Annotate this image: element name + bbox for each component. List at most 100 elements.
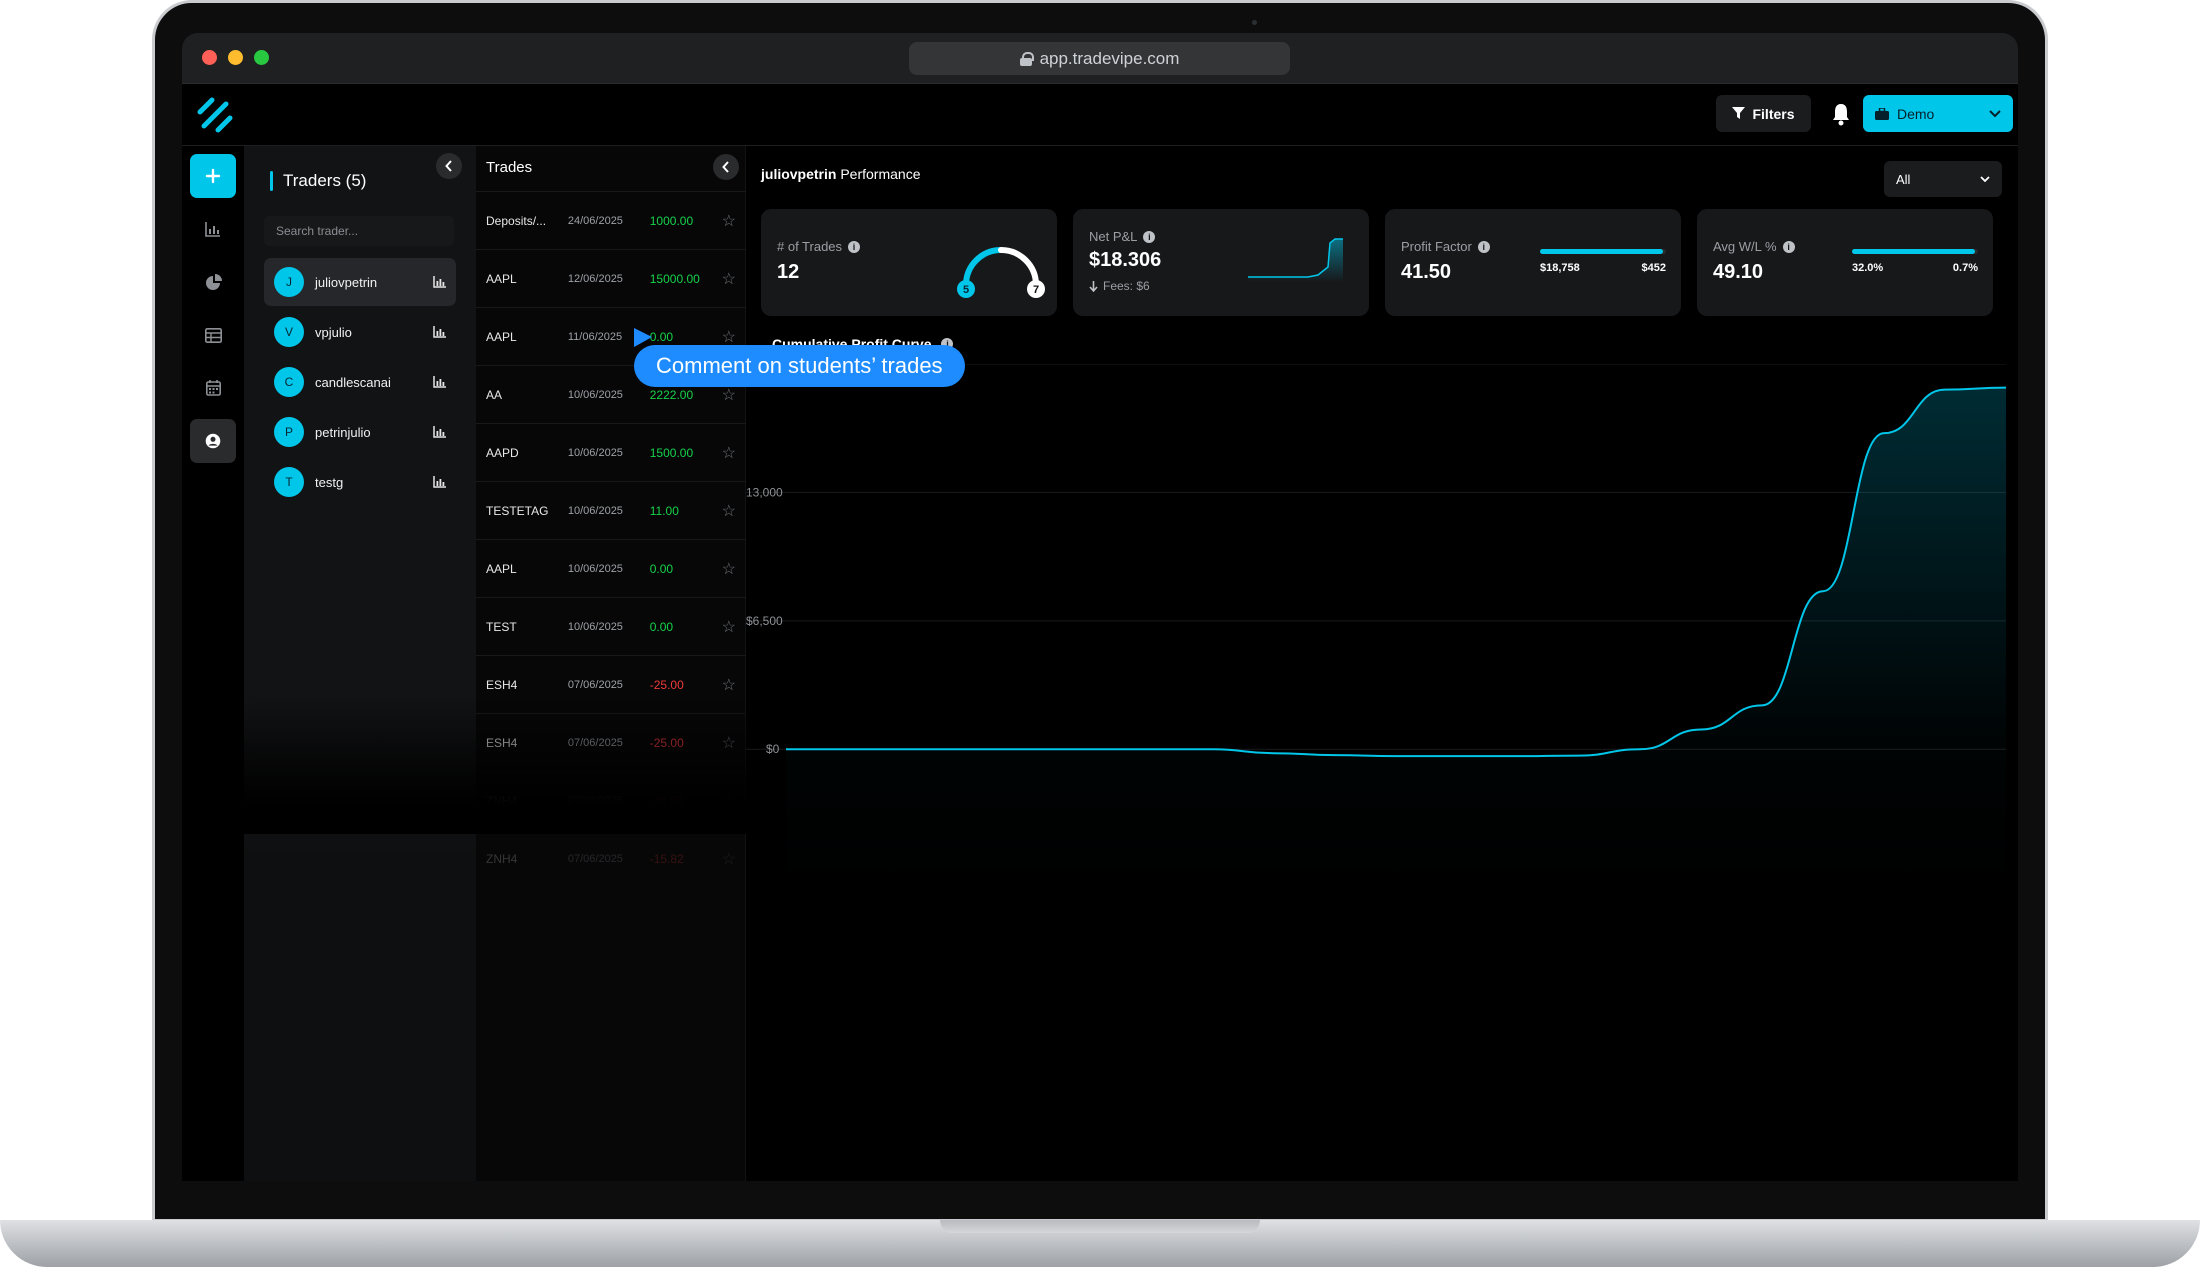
trader-name: candlescanai	[315, 374, 391, 390]
avatar: V	[274, 317, 304, 347]
stat-label: # of Trades i	[777, 239, 861, 254]
trade-row[interactable]: ZNH4 07/06/2025 -15.82 ☆	[476, 829, 746, 887]
star-icon[interactable]: ☆	[722, 559, 736, 579]
avg-wl-bar-fill	[1852, 249, 1976, 254]
trade-row[interactable]: TESTETAG 10/06/2025 11.00 ☆	[476, 481, 746, 539]
info-icon[interactable]: i	[1143, 230, 1156, 243]
collapse-trades-button[interactable]	[713, 154, 739, 180]
camera	[1252, 20, 1257, 25]
trade-row[interactable]: Deposits/... 24/06/2025 1000.00 ☆	[476, 191, 746, 249]
tooltip-text: Comment on students’ trades	[634, 345, 965, 387]
trader-item[interactable]: T testg	[264, 458, 456, 506]
trader-name: vpjulio	[315, 324, 352, 340]
trade-row[interactable]: AAPL 12/06/2025 15000.00 ☆	[476, 249, 746, 307]
trade-symbol: AA	[486, 387, 503, 402]
stats-icon[interactable]	[433, 376, 446, 388]
trade-date: 10/06/2025	[567, 620, 623, 633]
collapse-traders-button[interactable]	[436, 153, 462, 179]
star-icon[interactable]: ☆	[722, 385, 736, 405]
trade-date: 10/06/2025	[567, 446, 623, 459]
gauge-win-count: 5	[963, 284, 969, 296]
url-text: app.tradevipe.com	[1039, 48, 1180, 68]
tradevipe-logo-icon[interactable]	[196, 96, 234, 134]
traders-title: Traders (5)	[283, 171, 367, 190]
profit-factor-value: 41.50	[1401, 261, 1452, 283]
stats-icon[interactable]	[433, 276, 446, 288]
performance-area: juliovpetrin Performance All # of Trades…	[746, 146, 2018, 1181]
avg-wl-bar	[1852, 249, 1978, 254]
profit-area	[786, 387, 2006, 894]
bar-chart-icon	[205, 222, 220, 237]
search-trader-input[interactable]	[264, 216, 454, 246]
avatar: C	[274, 367, 304, 397]
trade-amount: 0.00	[649, 329, 674, 344]
win-loss-gauge: 5 7	[957, 247, 1045, 298]
info-icon[interactable]: i	[1782, 240, 1795, 253]
trade-row[interactable]: TEST 10/06/2025 0.00 ☆	[476, 597, 746, 655]
maximize-window-button[interactable]	[254, 50, 269, 65]
chevron-left-icon	[445, 160, 452, 172]
trade-row[interactable]: AAPD 10/06/2025 1500.00 ☆	[476, 423, 746, 481]
trade-symbol: Deposits/...	[486, 213, 547, 228]
trader-item[interactable]: C candlescanai	[264, 358, 456, 406]
nav-students[interactable]	[190, 419, 236, 463]
trade-row[interactable]: AAPL 10/06/2025 0.00 ☆	[476, 539, 746, 597]
address-bar[interactable]: app.tradevipe.com	[909, 42, 1290, 75]
browser-chrome: app.tradevipe.com	[182, 33, 2018, 84]
star-icon[interactable]: ☆	[722, 501, 736, 521]
performance-trader-name: juliovpetrin	[761, 166, 837, 182]
filters-button[interactable]: Filters	[1716, 95, 1811, 132]
range-select[interactable]: All	[1884, 161, 2002, 197]
add-button[interactable]	[190, 154, 236, 198]
minimize-window-button[interactable]	[228, 50, 243, 65]
trade-amount: 1500.00	[649, 445, 694, 460]
nav-table[interactable]	[190, 313, 236, 357]
star-icon[interactable]: ☆	[722, 675, 736, 695]
profit-curve-chart: 19,50013,000$6,500$0	[746, 364, 2007, 894]
stats-icon[interactable]	[433, 326, 446, 338]
stats-icon[interactable]	[433, 476, 446, 488]
trade-symbol: ESH4	[486, 677, 518, 692]
y-tick-label: $6,500	[746, 614, 783, 628]
close-window-button[interactable]	[202, 50, 217, 65]
stats-icon[interactable]	[433, 426, 446, 438]
briefcase-icon	[1875, 107, 1889, 120]
profit-factor-bar	[1540, 249, 1666, 254]
trade-symbol: TEST	[486, 619, 517, 634]
trade-amount: 0.00	[649, 561, 674, 576]
star-icon[interactable]: ☆	[722, 849, 736, 869]
nav-reports[interactable]	[190, 207, 236, 251]
trader-item[interactable]: V vpjulio	[264, 308, 456, 356]
info-icon[interactable]: i	[1477, 240, 1490, 253]
avatar: J	[274, 267, 304, 297]
star-icon[interactable]: ☆	[722, 269, 736, 289]
trader-item[interactable]: P petrinjulio	[264, 408, 456, 456]
trader-item[interactable]: J juliovpetrin	[264, 258, 456, 306]
star-icon[interactable]: ☆	[722, 617, 736, 637]
stat-card-avg-wl: Avg W/L % i 49.10 32.0% 0.7%	[1697, 209, 1993, 316]
trader-name: testg	[315, 474, 344, 490]
accent-bar	[270, 171, 273, 191]
account-selector[interactable]: Demo	[1863, 95, 2013, 132]
star-icon[interactable]: ☆	[722, 211, 736, 231]
star-icon[interactable]: ☆	[722, 327, 736, 347]
nav-calendar[interactable]	[190, 366, 236, 410]
app: Filters Demo Traders (5) Search trader..…	[182, 84, 2018, 1181]
trade-date: 10/06/2025	[567, 388, 623, 401]
filter-icon	[1732, 107, 1746, 119]
trade-date: 10/06/2025	[567, 562, 623, 575]
chevron-left-icon	[722, 161, 729, 173]
pnl-label: Net P&L	[1089, 229, 1138, 244]
traders-panel: Traders (5) J juliovpetrin V vpjulio C c…	[244, 146, 476, 1181]
avg-wl-value: 49.10	[1713, 261, 1764, 283]
trade-date: 07/06/2025	[567, 852, 623, 865]
nav-analytics[interactable]	[190, 260, 236, 304]
avatar: P	[274, 417, 304, 447]
info-icon[interactable]: i	[848, 240, 861, 253]
star-icon[interactable]: ☆	[722, 443, 736, 463]
avg-wl-label: Avg W/L %	[1713, 239, 1777, 254]
trade-date: 24/06/2025	[567, 214, 623, 227]
filters-label: Filters	[1752, 105, 1795, 122]
lock-icon	[1019, 51, 1034, 66]
bell-icon[interactable]	[1830, 102, 1852, 126]
